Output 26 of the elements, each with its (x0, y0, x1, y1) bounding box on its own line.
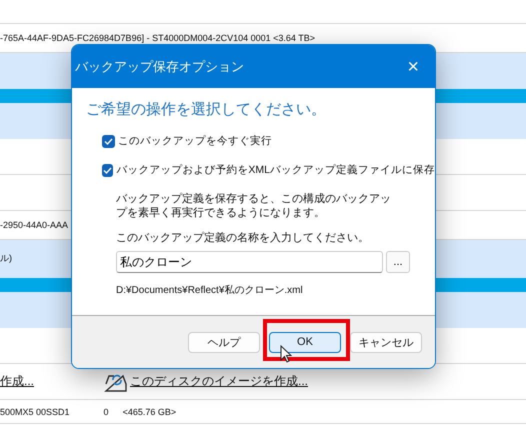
close-button[interactable]: × (403, 56, 423, 76)
browse-button[interactable]: ... (386, 251, 410, 273)
dialog-button[interactable]: キャンセル (350, 332, 422, 352)
checkbox[interactable] (102, 164, 114, 176)
dialog-button[interactable]: ヘルプ (188, 332, 260, 352)
disk-label: -765A-44AF-9DA5-FC26984D7B96] - ST4000DM004-2CV104 0001 <3.64 TB> (0, 33, 316, 43)
dialog-title: バックアップ保存オプション (75, 58, 244, 76)
checkmark-icon (103, 166, 112, 174)
mouse-cursor-icon (280, 345, 292, 363)
disk-label: ル) (0, 252, 12, 265)
create-link[interactable]: 作成... (0, 373, 34, 390)
name-label: このバックアップ定義の名称を入力してください。 (116, 230, 370, 245)
disk-size: <465.76 GB> (122, 406, 176, 416)
description-text: バックアップ定義を保存すると、この構成のバックアップを素早く再実行できるようになります。 (116, 192, 392, 220)
checkbox-label: このバックアップを今すぐ実行 (118, 134, 272, 148)
checkmark-icon (104, 136, 113, 146)
dialog-button[interactable]: OK (269, 332, 341, 352)
checkbox[interactable] (102, 134, 115, 148)
disk-number: 0 (104, 406, 109, 416)
disk-model: 500MX5 00SSD1 (0, 406, 70, 416)
checkbox-label: バックアップおよび予約をXMLバックアップ定義ファイルに保存 (116, 163, 435, 177)
instruction-heading: ご希望の操作を選択してください。 (86, 100, 327, 119)
file-path: D:¥Documents¥Reflect¥私のクローン.xml (116, 284, 303, 297)
image-link[interactable]: このディスクのイメージを作成... (130, 373, 308, 390)
name-field[interactable]: 私のクローン (116, 251, 383, 273)
disk-label: -2950-44A0-AAA (0, 220, 68, 230)
